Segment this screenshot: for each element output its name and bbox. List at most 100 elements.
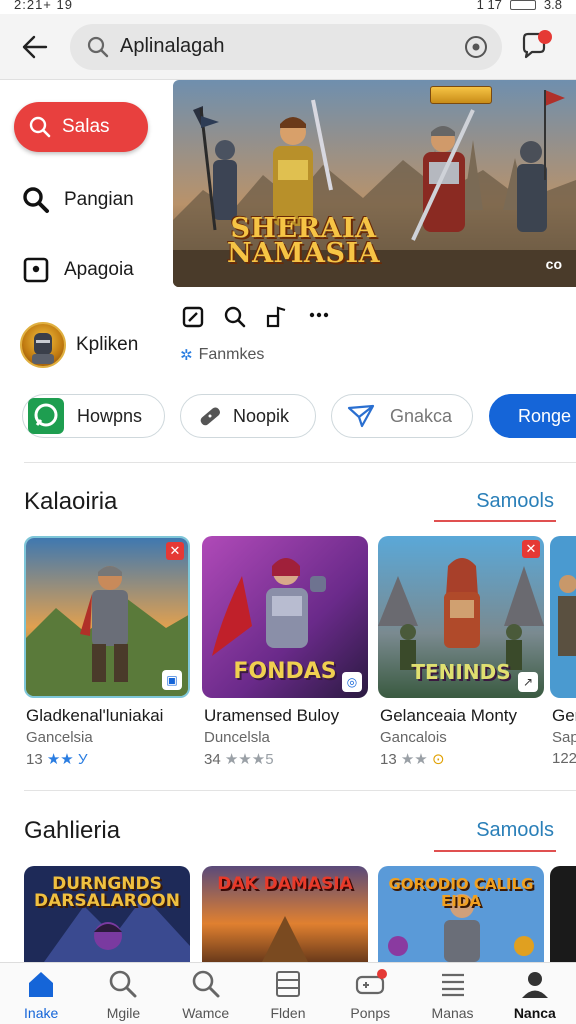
close-icon[interactable]: ✕ (166, 542, 184, 560)
banner-badge (430, 86, 492, 104)
favorites-link[interactable]: ✲ Fanmkes (180, 346, 264, 364)
banner-corner-text: co (545, 256, 562, 272)
nav-label: Inake (24, 1005, 59, 1021)
save-icon[interactable]: ▣ (162, 670, 182, 690)
section-title: Kalaoiria (24, 488, 118, 515)
nav-item-ponps[interactable]: Ponps (329, 963, 411, 1024)
signal-text: 1 17 (476, 0, 502, 12)
close-icon[interactable]: ✕ (522, 540, 540, 558)
chip-gnakca[interactable]: Gnakca (331, 394, 473, 438)
status-bar: 2:21+ 19 1 17 3.8 (0, 0, 576, 14)
game-card[interactable]: GORODIO CALILG EIDA (378, 866, 544, 962)
edit-button[interactable] (180, 304, 206, 330)
chip-ronge[interactable]: Ronge (489, 394, 576, 438)
featured-banner[interactable]: SHERAIA NAMASIA co (173, 80, 576, 287)
chip-howpns[interactable]: Howpns (22, 394, 165, 438)
game-card[interactable]: FONDAS ◎ (202, 536, 368, 698)
search-icon (192, 970, 220, 998)
card-title: Ger (552, 706, 576, 725)
more-button[interactable] (306, 304, 332, 330)
nav-item-nanca[interactable]: Nanca (494, 963, 576, 1024)
sales-button[interactable]: Salas (14, 102, 148, 152)
nav-item-wamce[interactable]: Wamce (165, 963, 247, 1024)
nav-label: Mgile (106, 1005, 141, 1021)
game-card[interactable]: DURNGNDS DARSALAROON (24, 866, 190, 962)
avatar[interactable] (20, 322, 66, 368)
search-button[interactable] (222, 304, 248, 330)
camera-icon[interactable]: ◎ (342, 672, 362, 692)
chip-label: Gnakca (390, 406, 453, 426)
card-title: Gladkenal'luniakai (26, 706, 164, 725)
nav-item-home[interactable]: Inake (0, 963, 82, 1024)
card-rating: 34 ★★★5 (204, 751, 274, 768)
status-time: 2:21+ 19 (14, 0, 73, 12)
card-title: Gelanceaia Monty (380, 706, 518, 725)
game-card[interactable]: DAK DAMASIA (202, 866, 368, 962)
card-art-title: GORODIO CALILG EIDA (388, 875, 534, 910)
game-card[interactable]: ✕ ▣ (24, 536, 190, 698)
game-card[interactable] (550, 536, 576, 698)
see-all-underline (434, 520, 556, 522)
sidebar-item-label[interactable]: Kpliken (76, 334, 138, 356)
notification-badge (538, 30, 552, 44)
card-subtitle: Gancelsia (26, 729, 93, 746)
card-art-title: DAK DAMASIA (217, 874, 353, 894)
more-icon (309, 312, 329, 318)
card-subtitle: Duncelsla (204, 729, 270, 746)
knight-helmet-icon (32, 333, 54, 364)
chip-label: Howpns (77, 406, 143, 426)
card-title: Uramensed Buloy (204, 706, 340, 725)
nav-item-flden[interactable]: Flden (247, 963, 329, 1024)
music-button[interactable] (264, 304, 290, 330)
banner-actions (180, 302, 332, 332)
expand-icon[interactable]: ↗ (518, 672, 538, 692)
divider (24, 462, 576, 463)
notification-badge (376, 969, 387, 979)
camera-icon[interactable] (464, 35, 488, 59)
search-icon (87, 36, 109, 58)
game-artwork (550, 536, 576, 698)
music-icon (266, 306, 286, 328)
home-icon (29, 972, 54, 997)
back-arrow-icon (22, 35, 48, 59)
card-art-title: DURNGNDS DARSALAROON (34, 874, 180, 911)
see-all-link[interactable]: Samools (476, 490, 554, 513)
favorites-label: Fanmkes (198, 346, 265, 363)
nav-label: Nanca (513, 1005, 556, 1021)
nav-item-mgile[interactable]: Mgile (82, 963, 164, 1024)
star-icon: ★★★ (224, 751, 266, 768)
battery-text: 3.8 (543, 0, 562, 12)
star-icon: ★★ (400, 751, 428, 768)
bottom-navigation: Inake Mgile Wamce Flden Ponps Manas Nanc… (0, 962, 576, 1024)
search-icon (23, 187, 49, 213)
game-card[interactable]: TENINDS ✕ ↗ (378, 536, 544, 698)
nav-label: Wamce (182, 1005, 230, 1021)
game-card[interactable] (550, 866, 576, 962)
search-icon (110, 970, 137, 998)
search-bar[interactable]: Aplinalagah (70, 24, 502, 70)
menu-icon (441, 973, 464, 997)
sales-label: Salas (62, 116, 110, 137)
search-input[interactable]: Aplinalagah (120, 35, 225, 58)
sparkle-icon: ✲ (180, 347, 193, 364)
nav-label: Ponps (350, 1005, 391, 1021)
see-all-link[interactable]: Samools (476, 819, 554, 842)
chat-icon (28, 398, 64, 434)
bandage-icon (200, 407, 221, 426)
edit-icon (182, 306, 204, 328)
top-bar: Aplinalagah (0, 14, 576, 80)
back-button[interactable] (14, 30, 54, 64)
card-subtitle: Sap (552, 729, 576, 746)
chip-noopik[interactable]: Noopik (180, 394, 316, 438)
status-icons: 1 17 3.8 (477, 0, 562, 12)
nav-item-manas[interactable]: Manas (411, 963, 493, 1024)
square-dot-icon (23, 257, 49, 283)
card-rating: 13 ★★ ⊙ (380, 751, 445, 768)
card-rating: 122 (552, 750, 576, 767)
nav-label: Manas (431, 1005, 474, 1021)
sidebar-item-label: Pangian (64, 189, 134, 210)
battery-icon (509, 0, 536, 10)
list-icon (275, 971, 300, 997)
notification-button[interactable] (518, 30, 554, 66)
person-icon (521, 972, 548, 998)
